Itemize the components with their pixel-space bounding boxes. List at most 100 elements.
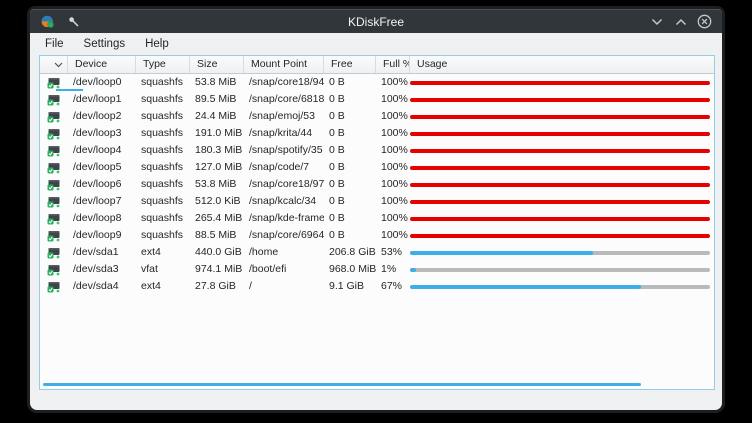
app-icon [40, 14, 55, 29]
mount-point-cell: /snap/code/7 [244, 159, 324, 176]
menubar: File Settings Help [30, 33, 722, 54]
table-row[interactable]: /dev/loop6 squashfs 53.8 MiB /snap/core1… [40, 176, 714, 193]
type-cell: squashfs [136, 142, 190, 159]
type-cell: squashfs [136, 210, 190, 227]
size-cell: 27.8 GiB [190, 278, 244, 295]
device-cell: /dev/loop5 [68, 159, 136, 176]
horizontal-scrollbar[interactable] [43, 383, 641, 386]
device-cell: /dev/loop9 [68, 227, 136, 244]
usage-bar-fill [410, 200, 710, 204]
type-cell: squashfs [136, 227, 190, 244]
usage-bar-track [410, 268, 710, 272]
usage-bar-fill [410, 115, 710, 119]
full-percent-cell: 100% [376, 227, 410, 244]
device-cell: /dev/sda1 [68, 244, 136, 261]
device-icon-cell [40, 278, 68, 295]
column-header-free[interactable]: Free [324, 56, 376, 73]
column-header-device[interactable]: Device [68, 56, 136, 73]
type-cell: squashfs [136, 125, 190, 142]
type-cell: ext4 [136, 244, 190, 261]
mounted-drive-icon [47, 247, 60, 259]
free-cell: 968.0 MiB [324, 261, 376, 278]
usage-cell [410, 125, 714, 142]
size-cell: 180.3 MiB [190, 142, 244, 159]
column-header-icon[interactable] [40, 56, 68, 73]
usage-cell [410, 91, 714, 108]
table-row[interactable]: /dev/loop7 squashfs 512.0 KiB /snap/kcal… [40, 193, 714, 210]
free-cell: 0 B [324, 74, 376, 91]
usage-bar-track [410, 200, 710, 204]
chevron-down-icon [651, 18, 663, 26]
mount-point-cell: /snap/kde-frame... [244, 210, 324, 227]
mounted-drive-icon [47, 179, 60, 191]
usage-cell [410, 227, 714, 244]
free-cell: 0 B [324, 193, 376, 210]
table-row[interactable]: /dev/loop0 squashfs 53.8 MiB /snap/core1… [40, 74, 714, 91]
pin-icon[interactable] [67, 15, 80, 28]
disk-table: Device Type Size Mount Point Free Full %… [39, 55, 715, 390]
column-header-size[interactable]: Size [190, 56, 244, 73]
full-percent-cell: 100% [376, 159, 410, 176]
full-percent-cell: 67% [376, 278, 410, 295]
column-header-usage[interactable]: Usage [410, 56, 714, 73]
mount-point-cell: /snap/core18/941 [244, 74, 324, 91]
mounted-drive-icon [47, 77, 60, 89]
device-cell: /dev/sda3 [68, 261, 136, 278]
size-cell: 191.0 MiB [190, 125, 244, 142]
usage-bar-track [410, 149, 710, 153]
table-row[interactable]: /dev/loop5 squashfs 127.0 MiB /snap/code… [40, 159, 714, 176]
usage-cell [410, 74, 714, 91]
mount-point-cell: /snap/core18/970 [244, 176, 324, 193]
usage-bar-fill [410, 81, 710, 85]
full-percent-cell: 100% [376, 125, 410, 142]
usage-bar-fill [410, 183, 710, 187]
full-percent-cell: 100% [376, 193, 410, 210]
table-row[interactable]: /dev/loop3 squashfs 191.0 MiB /snap/krit… [40, 125, 714, 142]
usage-bar-fill [410, 285, 641, 289]
usage-bar-fill [410, 234, 710, 238]
usage-cell [410, 108, 714, 125]
mount-point-cell: /snap/core/6964 [244, 227, 324, 244]
window-title: KDiskFree [30, 15, 722, 29]
menu-help[interactable]: Help [135, 36, 179, 52]
type-cell: squashfs [136, 159, 190, 176]
titlebar[interactable]: KDiskFree [30, 9, 722, 33]
device-cell: /dev/sda4 [68, 278, 136, 295]
device-icon-cell [40, 227, 68, 244]
table-row[interactable]: /dev/loop1 squashfs 89.5 MiB /snap/core/… [40, 91, 714, 108]
maximize-button[interactable] [673, 14, 688, 29]
usage-cell [410, 193, 714, 210]
menu-settings[interactable]: Settings [74, 36, 136, 52]
usage-bar-fill [410, 132, 710, 136]
usage-bar-fill [410, 98, 710, 102]
table-row[interactable]: /dev/sda1 ext4 440.0 GiB /home 206.8 GiB… [40, 244, 714, 261]
table-row[interactable]: /dev/loop4 squashfs 180.3 MiB /snap/spot… [40, 142, 714, 159]
device-cell: /dev/loop6 [68, 176, 136, 193]
minimize-button[interactable] [649, 14, 664, 29]
close-button[interactable] [697, 14, 712, 29]
device-cell: /dev/loop1 [68, 91, 136, 108]
full-percent-cell: 100% [376, 210, 410, 227]
table-row[interactable]: /dev/loop8 squashfs 265.4 MiB /snap/kde-… [40, 210, 714, 227]
device-cell: /dev/loop7 [68, 193, 136, 210]
mounted-drive-icon [47, 196, 60, 208]
column-header-full[interactable]: Full % [376, 56, 410, 73]
usage-bar-fill [410, 268, 416, 272]
table-row[interactable]: /dev/sda4 ext4 27.8 GiB / 9.1 GiB 67% [40, 278, 714, 295]
menu-file[interactable]: File [35, 36, 74, 52]
free-cell: 0 B [324, 227, 376, 244]
device-icon-cell [40, 125, 68, 142]
type-cell: squashfs [136, 176, 190, 193]
mount-point-cell: /snap/core/6818 [244, 91, 324, 108]
column-header-type[interactable]: Type [136, 56, 190, 73]
table-row[interactable]: /dev/loop9 squashfs 88.5 MiB /snap/core/… [40, 227, 714, 244]
column-header-mount-point[interactable]: Mount Point [244, 56, 324, 73]
mounted-drive-icon [47, 213, 60, 225]
table-row[interactable]: /dev/sda3 vfat 974.1 MiB /boot/efi 968.0… [40, 261, 714, 278]
type-cell: squashfs [136, 74, 190, 91]
usage-cell [410, 261, 714, 278]
usage-bar-track [410, 98, 710, 102]
table-row[interactable]: /dev/loop2 squashfs 24.4 MiB /snap/emoj/… [40, 108, 714, 125]
size-cell: 53.8 MiB [190, 176, 244, 193]
app-window: KDiskFree File Settings Help [30, 9, 722, 410]
